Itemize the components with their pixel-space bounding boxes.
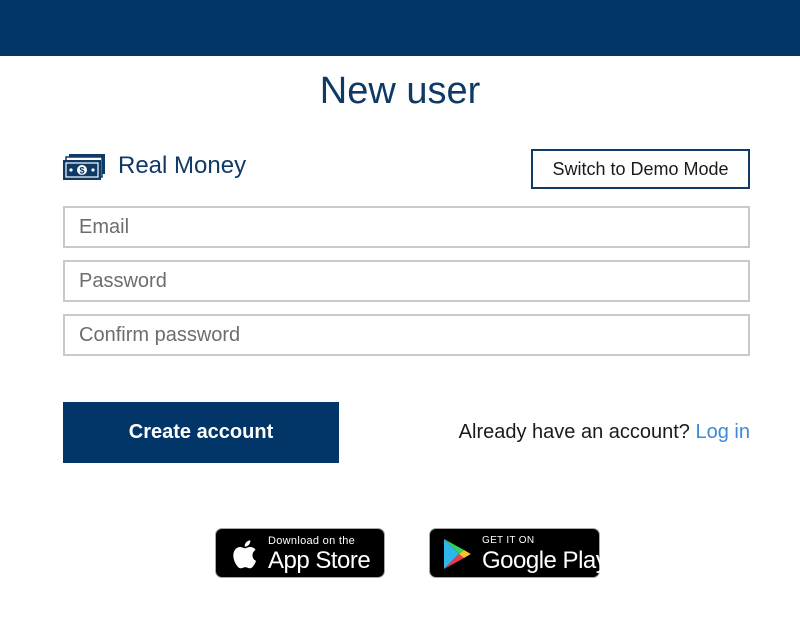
money-icon: $: [63, 154, 105, 180]
svg-text:$: $: [79, 166, 84, 176]
create-account-button[interactable]: Create account: [63, 402, 339, 463]
google-play-big-text: Google Play: [482, 547, 608, 574]
switch-demo-mode-button[interactable]: Switch to Demo Mode: [531, 149, 750, 189]
confirm-password-field[interactable]: [63, 314, 750, 356]
apple-icon: [228, 538, 258, 570]
app-store-small-text: Download on the: [268, 535, 356, 547]
email-field[interactable]: [63, 206, 750, 248]
password-field[interactable]: [63, 260, 750, 302]
page-title: New user: [319, 70, 481, 112]
mode-row: $ Real Money Switch to Demo Mode: [63, 146, 750, 190]
top-bar: [0, 0, 800, 56]
login-link[interactable]: Log in: [696, 421, 751, 443]
google-play-icon: [442, 538, 472, 570]
mode-label: Real Money: [118, 152, 247, 179]
google-play-badge[interactable]: GET IT ON Google Play: [429, 528, 608, 578]
login-prompt-text: Already have an account?: [458, 421, 690, 443]
app-store-big-text: App Store: [268, 547, 371, 574]
login-prompt-row: Already have an account? Log in: [459, 421, 750, 444]
app-store-badge[interactable]: Download on the App Store: [215, 528, 385, 578]
google-play-small-text: GET IT ON: [482, 535, 535, 546]
